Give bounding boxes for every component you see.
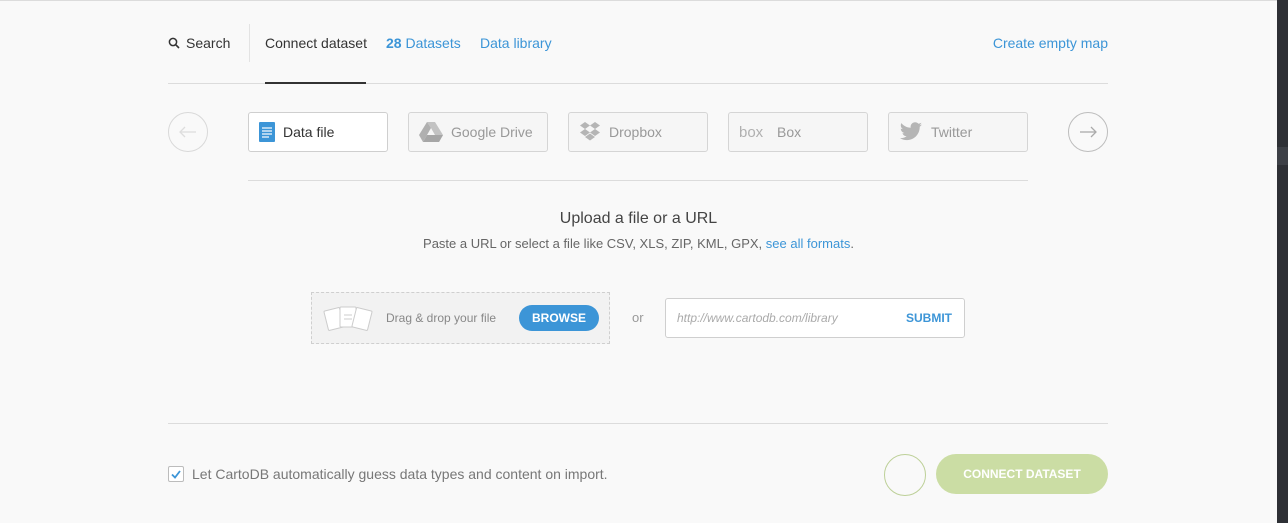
tab-search-label: Search xyxy=(186,35,231,51)
source-label: Twitter xyxy=(931,124,973,140)
source-data-file[interactable]: Data file xyxy=(248,112,388,152)
source-twitter[interactable]: Twitter xyxy=(888,112,1028,152)
files-icon xyxy=(322,303,376,338)
source-google-drive[interactable]: Google Drive xyxy=(408,112,548,152)
url-input[interactable]: http://www.cartodb.com/library SUBMIT xyxy=(665,298,965,338)
arrow-right-icon xyxy=(1080,126,1097,138)
submit-button[interactable]: SUBMIT xyxy=(906,311,952,325)
source-label: Google Drive xyxy=(451,124,533,140)
twitter-icon xyxy=(899,122,923,142)
tab-datasets[interactable]: 28 Datasets xyxy=(386,35,461,51)
browse-button[interactable]: BROWSE xyxy=(519,305,599,331)
tab-search[interactable]: Search xyxy=(168,35,230,51)
google-drive-icon xyxy=(419,122,443,142)
dropbox-icon xyxy=(579,122,601,142)
upload-title: Upload a file or a URL xyxy=(559,210,718,227)
source-label: Dropbox xyxy=(609,124,662,140)
tab-connect-dataset[interactable]: Connect dataset xyxy=(265,35,367,51)
arrow-left-icon xyxy=(179,126,196,138)
or-label: or xyxy=(632,310,644,325)
file-icon xyxy=(259,122,275,142)
upload-subtitle-text: Paste a URL or select a file like CSV, X… xyxy=(423,236,763,251)
loading-spinner xyxy=(884,454,926,496)
tab-connect-label: Connect dataset xyxy=(265,35,367,51)
search-icon xyxy=(168,37,180,49)
subtitle-period: . xyxy=(850,236,854,251)
box-icon: box xyxy=(739,124,769,140)
next-button[interactable] xyxy=(1068,112,1108,152)
datasets-count: 28 xyxy=(386,35,402,51)
source-box[interactable]: box Box xyxy=(728,112,868,152)
scrollbar[interactable] xyxy=(1277,0,1288,523)
url-placeholder: http://www.cartodb.com/library xyxy=(677,311,838,325)
checkmark-icon xyxy=(171,469,181,479)
svg-text:box: box xyxy=(739,124,764,140)
tab-data-library[interactable]: Data library xyxy=(480,35,552,51)
source-label: Box xyxy=(777,124,802,140)
datasets-label: Datasets xyxy=(405,35,461,51)
upload-subtitle: Paste a URL or select a file like CSV, X… xyxy=(0,236,1277,251)
footer-divider xyxy=(168,423,1108,424)
tab-bar: Search Connect dataset 28 Datasets Data … xyxy=(168,0,1108,84)
guess-types-label: Let CartoDB automatically guess data typ… xyxy=(192,466,608,482)
see-all-formats-link[interactable]: see all formats xyxy=(766,236,851,251)
guess-types-checkbox[interactable] xyxy=(168,466,184,482)
tab-library-label: Data library xyxy=(480,35,552,51)
prev-button[interactable] xyxy=(168,112,208,152)
source-dropbox[interactable]: Dropbox xyxy=(568,112,708,152)
create-empty-map-label: Create empty map xyxy=(992,35,1108,51)
file-dropzone[interactable]: Drag & drop your file BROWSE xyxy=(311,292,610,344)
active-tab-underline xyxy=(265,82,366,84)
tab-separator xyxy=(249,24,250,62)
connect-dataset-button[interactable]: CONNECT DATASET xyxy=(936,454,1108,494)
create-empty-map-link[interactable]: Create empty map xyxy=(993,35,1108,51)
drag-drop-text: Drag & drop your file xyxy=(386,311,497,325)
divider xyxy=(248,180,1028,181)
source-label: Data file xyxy=(283,124,335,140)
